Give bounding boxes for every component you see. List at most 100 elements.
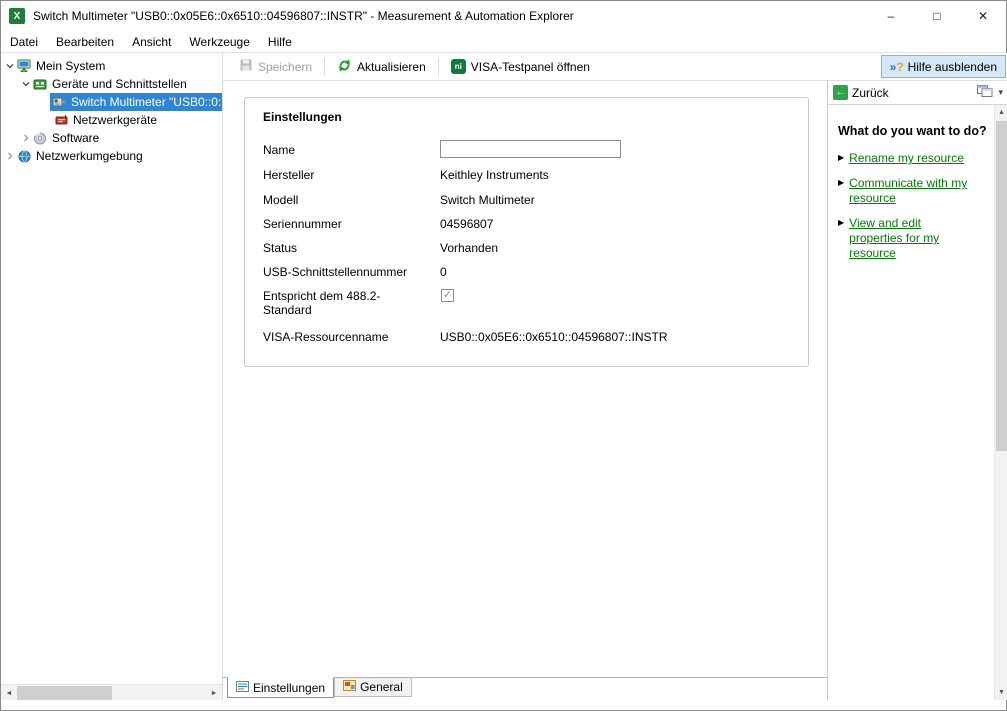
scrollbar-thumb[interactable] [17, 686, 112, 700]
tree-horizontal-scrollbar[interactable]: ◄ ► [1, 684, 222, 700]
field-row-hersteller: Hersteller Keithley Instruments [263, 168, 796, 182]
groupbox-title: Einstellungen [263, 110, 342, 124]
view-edit-properties-link[interactable]: View and edit properties for my resource [849, 216, 957, 261]
visa-name-value: USB0::0x05E6::0x6510::04596807::INSTR [440, 330, 668, 344]
scroll-up-icon[interactable]: ▲ [995, 105, 1007, 120]
menu-datei[interactable]: Datei [1, 31, 47, 53]
field-row-status: Status Vorhanden [263, 241, 796, 255]
field-row-488-standard: Entspricht dem 488.2-Standard ✓ [263, 289, 796, 317]
scroll-right-icon[interactable]: ► [206, 685, 222, 700]
tree-item-label: Switch Multimeter "USB0::0: [71, 95, 222, 109]
chevron-down-icon[interactable]: ▾ [996, 87, 1005, 98]
usb-nummer-label: USB-Schnittstellennummer [263, 265, 408, 279]
hersteller-label: Hersteller [263, 168, 315, 182]
chevron-expanded-icon[interactable] [20, 78, 32, 90]
link-bullet-icon: ▶ [838, 218, 845, 228]
help-toolbar: ← Zurück ▾ [828, 81, 1007, 105]
toolbar-separator [324, 57, 326, 76]
app-icon: X [9, 8, 25, 24]
seriennummer-label: Seriennummer [263, 217, 342, 231]
settings-tab-icon [236, 680, 249, 695]
multimeter-instrument-icon [51, 95, 67, 109]
main-toolbar: Speichern Aktualisieren ni VISA-Testpane… [223, 53, 1007, 81]
minimize-button[interactable]: – [868, 1, 914, 31]
tree-item-label: Netzwerkumgebung [36, 149, 143, 163]
communicate-resource-link[interactable]: Communicate with my resource [849, 176, 988, 206]
visa-name-label: VISA-Ressourcenname [263, 330, 389, 344]
settings-groupbox: Einstellungen Name Hersteller Keithley I… [244, 97, 809, 367]
software-cd-icon [32, 131, 48, 145]
tab-general-label: General [360, 680, 403, 694]
tree-item-switch-multimeter[interactable]: Switch Multimeter "USB0::0: [1, 93, 222, 111]
help-toggle-icon: »? [889, 59, 904, 74]
help-link-communicate: ▶ Communicate with my resource [838, 176, 988, 206]
link-bullet-icon: ▶ [838, 178, 845, 188]
chevron-collapsed-icon[interactable] [4, 150, 16, 162]
back-button[interactable]: ← Zurück [831, 84, 895, 101]
window-controls: – □ ✕ [868, 1, 1006, 31]
maximize-button[interactable]: □ [914, 1, 960, 31]
refresh-button[interactable]: Aktualisieren [329, 55, 434, 79]
general-tab-icon [343, 680, 357, 694]
close-button[interactable]: ✕ [960, 1, 1006, 31]
standard-488-checkbox[interactable]: ✓ [441, 289, 454, 302]
visa-testpanel-button[interactable]: ni VISA-Testpanel öffnen [443, 55, 598, 79]
tree-item-netzwerkumgebung[interactable]: Netzwerkumgebung [1, 147, 222, 165]
network-device-icon [53, 113, 69, 127]
standard-488-label: Entspricht dem 488.2-Standard [263, 289, 381, 317]
back-button-label: Zurück [852, 85, 889, 100]
scrollbar-thumb[interactable] [996, 121, 1007, 451]
save-button-label: Speichern [258, 59, 313, 74]
help-link-rename: ▶ Rename my resource [838, 151, 988, 166]
visa-testpanel-label: VISA-Testpanel öffnen [470, 59, 590, 74]
tab-einstellungen-label: Einstellungen [253, 680, 326, 695]
menu-werkzeuge[interactable]: Werkzeuge [180, 31, 258, 53]
floppy-save-icon [239, 58, 253, 75]
tree-item-mein-system[interactable]: Mein System [1, 57, 222, 75]
seriennummer-value: 04596807 [440, 217, 494, 231]
system-tree-panel: Mein System Geräte und Schnittstellen Sw… [1, 53, 223, 700]
modell-label: Modell [263, 193, 299, 207]
refresh-icon [337, 58, 352, 76]
refresh-button-label: Aktualisieren [357, 59, 426, 74]
menu-ansicht[interactable]: Ansicht [123, 31, 180, 53]
window-title: Switch Multimeter "USB0::0x05E6::0x6510:… [33, 9, 574, 23]
help-panel: ← Zurück ▾ What do you want to do? ▶ Ren… [827, 81, 1007, 700]
hide-help-button[interactable]: »? Hilfe ausblenden [880, 55, 1006, 78]
ni-logo-icon: ni [450, 59, 466, 74]
tree-item-geraete-und-schnittstellen[interactable]: Geräte und Schnittstellen [1, 75, 222, 93]
field-row-visa-name: VISA-Ressourcenname USB0::0x05E6::0x6510… [263, 330, 796, 344]
panel-layout-icon[interactable] [977, 84, 993, 101]
back-arrow-icon: ← [833, 85, 848, 100]
tree-item-label: Geräte und Schnittstellen [52, 77, 187, 91]
checkmark-icon: ✓ [442, 289, 453, 301]
network-globe-icon [16, 149, 32, 163]
save-button[interactable]: Speichern [231, 55, 320, 79]
system-tree: Mein System Geräte und Schnittstellen Sw… [1, 53, 222, 165]
scroll-down-icon[interactable]: ▼ [995, 685, 1007, 700]
hide-help-label: Hilfe ausblenden [907, 59, 997, 74]
max-window: { "window": { "title": "Switch Multimete… [0, 0, 1007, 711]
tree-item-label: Software [52, 131, 100, 145]
chevron-expanded-icon[interactable] [4, 60, 16, 72]
tree-item-label: Mein System [36, 59, 106, 73]
tree-selection-highlight[interactable]: Switch Multimeter "USB0::0: [50, 93, 222, 111]
tab-einstellungen[interactable]: Einstellungen [227, 677, 335, 698]
help-vertical-scrollbar[interactable]: ▲ ▼ [994, 105, 1007, 700]
hersteller-value: Keithley Instruments [440, 168, 549, 182]
menu-bearbeiten[interactable]: Bearbeiten [47, 31, 123, 53]
scroll-left-icon[interactable]: ◄ [1, 685, 17, 700]
bottom-tab-strip: Einstellungen General [223, 677, 827, 700]
tree-item-netzwerkgeraete[interactable]: Netzwerkgeräte [1, 111, 222, 129]
content-panel: Einstellungen Name Hersteller Keithley I… [223, 81, 827, 700]
tree-item-software[interactable]: Software [1, 129, 222, 147]
field-row-name: Name [263, 140, 796, 158]
chevron-collapsed-icon[interactable] [20, 132, 32, 144]
title-bar: X Switch Multimeter "USB0::0x05E6::0x651… [1, 1, 1006, 31]
name-input[interactable] [440, 140, 621, 158]
help-link-view-edit: ▶ View and edit properties for my resour… [838, 216, 988, 261]
link-bullet-icon: ▶ [838, 153, 845, 163]
menu-hilfe[interactable]: Hilfe [259, 31, 301, 53]
tab-general[interactable]: General [334, 678, 412, 697]
rename-resource-link[interactable]: Rename my resource [849, 151, 964, 166]
